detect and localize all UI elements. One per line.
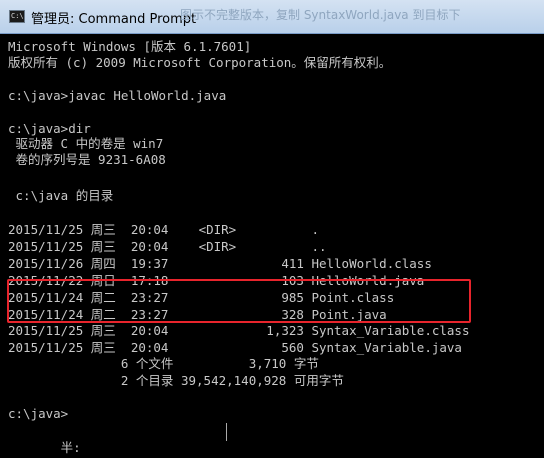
ime-indicator: 半: bbox=[8, 440, 81, 455]
dir-entry: 2015/11/25 周三 20:04 1,323 Syntax_Variabl… bbox=[8, 323, 470, 338]
command-prompt-icon[interactable]: C:\ bbox=[9, 10, 25, 23]
console-line: 版权所有 (c) 2009 Microsoft Corporation。保留所有… bbox=[8, 55, 392, 70]
text-cursor-icon bbox=[226, 423, 227, 441]
background-window-text: 图示不完整版本，复制 SyntaxWorld.java 到目标下 bbox=[180, 8, 461, 22]
window-title: 管理员: Command Prompt bbox=[31, 12, 197, 27]
dir-entry: 2015/11/25 周三 20:04 <DIR> .. bbox=[8, 239, 327, 254]
console-line: c:\java>dir bbox=[8, 121, 91, 136]
dir-summary-dirs: 2 个目录 39,542,140,928 可用字节 bbox=[8, 373, 344, 388]
dir-entry: 2015/11/25 周三 20:04 <DIR> . bbox=[8, 222, 319, 237]
console-line: c:\java>javac HelloWorld.java bbox=[8, 88, 227, 103]
console-line: Microsoft Windows [版本 6.1.7601] bbox=[8, 39, 252, 54]
command-prompt: c:\java> bbox=[8, 406, 69, 421]
dir-entry: 2015/11/25 周三 20:04 560 Syntax_Variable.… bbox=[8, 340, 462, 355]
console-line: 驱动器 C 中的卷是 win7 bbox=[8, 136, 164, 151]
dir-entry: 2015/11/26 周四 19:37 411 HelloWorld.class bbox=[8, 256, 432, 271]
dir-summary-files: 6 个文件 3,710 字节 bbox=[8, 356, 319, 371]
console-output[interactable]: Microsoft Windows [版本 6.1.7601] 版权所有 (c)… bbox=[0, 34, 544, 458]
highlight-box bbox=[7, 279, 471, 323]
console-line: c:\java 的目录 bbox=[8, 188, 114, 203]
title-bar[interactable]: C:\ 管理员: Command Prompt 图示不完整版本，复制 Synta… bbox=[0, 0, 544, 34]
console-line: 卷的序列号是 9231-6A08 bbox=[8, 152, 166, 167]
